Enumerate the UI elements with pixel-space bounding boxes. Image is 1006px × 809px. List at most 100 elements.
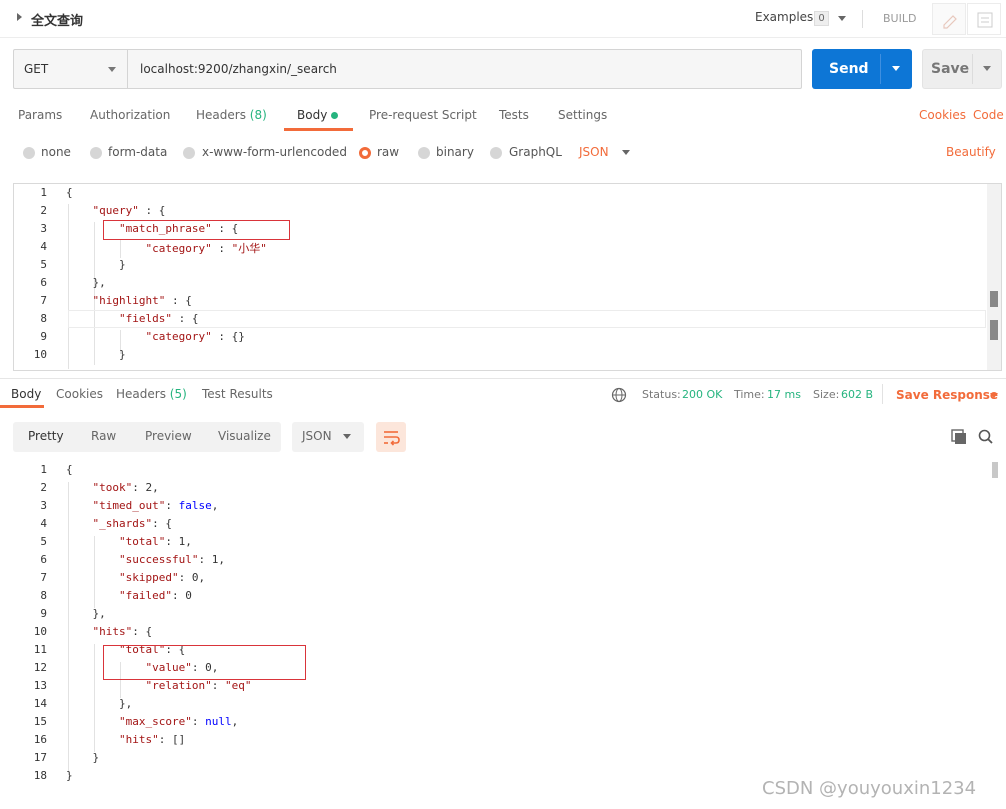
code-line: } — [66, 751, 100, 764]
response-format-dropdown-icon[interactable] — [343, 434, 351, 439]
build-button[interactable]: BUILD — [883, 12, 916, 25]
line-number: 9 — [40, 330, 47, 343]
radio-binary[interactable] — [418, 147, 430, 159]
tab-body[interactable]: Body — [297, 108, 327, 122]
status-separator — [882, 384, 883, 404]
radio-raw-label: raw — [377, 145, 400, 159]
radio-none[interactable] — [23, 147, 35, 159]
body-indicator-dot — [331, 112, 338, 119]
send-label: Send — [829, 61, 869, 77]
line-number: 5 — [40, 258, 47, 271]
code-line: { — [66, 463, 73, 476]
line-number: 2 — [40, 204, 47, 217]
tab-settings[interactable]: Settings — [558, 108, 607, 122]
copy-icon[interactable] — [950, 428, 968, 449]
examples-label[interactable]: Examples — [755, 10, 813, 24]
code-line: { — [66, 186, 73, 199]
response-tab-headers[interactable]: Headers (5) — [116, 387, 187, 401]
view-pretty[interactable]: Pretty — [28, 429, 64, 443]
code-line: "total": 1, — [118, 535, 192, 548]
line-number: 9 — [40, 607, 47, 620]
editor-scroll-thumb[interactable] — [990, 291, 998, 307]
line-number: 8 — [40, 312, 47, 325]
watermark: CSDN @youyouxin1234 — [762, 778, 977, 799]
code-line: "took": 2, — [92, 481, 159, 494]
status-label: Status: — [642, 388, 681, 401]
code-line: } — [66, 258, 126, 271]
view-raw[interactable]: Raw — [91, 429, 116, 443]
line-number: 3 — [40, 222, 47, 235]
documentation-icon[interactable] — [967, 3, 1001, 35]
code-line: "successful": 1, — [118, 553, 225, 566]
send-dropdown-icon[interactable] — [892, 66, 900, 71]
tab-prerequest-script[interactable]: Pre-request Script — [369, 108, 477, 122]
code-line: } — [66, 348, 126, 361]
response-headers-label: Headers — [116, 387, 166, 401]
body-format-select[interactable]: JSON — [579, 145, 609, 159]
save-response-button[interactable]: Save Response — [896, 388, 998, 402]
code-line: }, — [66, 607, 106, 620]
radio-none-label: none — [41, 145, 71, 159]
code-line: "hits": [] — [118, 733, 186, 746]
size-value[interactable]: 602 B — [841, 388, 873, 401]
wrap-lines-icon[interactable] — [376, 422, 406, 452]
response-active-tab-indicator — [0, 405, 44, 408]
save-divider — [972, 54, 973, 84]
radio-graphql[interactable] — [490, 147, 502, 159]
response-headers-count: (5) — [169, 387, 187, 401]
save-dropdown-icon[interactable] — [983, 66, 991, 71]
line-number: 18 — [33, 769, 47, 782]
view-preview[interactable]: Preview — [145, 429, 192, 443]
url-input[interactable]: localhost:9200/zhangxin/_search — [140, 62, 337, 76]
tab-headers-label: Headers — [196, 108, 246, 122]
body-format-dropdown-icon[interactable] — [622, 150, 630, 155]
code-line: "max_score": null, — [118, 715, 239, 728]
line-number: 2 — [40, 481, 47, 494]
response-scrollbar[interactable] — [992, 462, 998, 478]
tab-tests[interactable]: Tests — [499, 108, 529, 122]
line-number: 14 — [33, 697, 47, 710]
view-visualize[interactable]: Visualize — [218, 429, 271, 443]
code-line: "query" : { — [92, 204, 166, 217]
line-number: 13 — [33, 679, 47, 692]
tab-headers[interactable]: Headers (8) — [196, 108, 267, 122]
radio-urlencoded[interactable] — [183, 147, 195, 159]
line-number: 15 — [33, 715, 47, 728]
status-value[interactable]: 200 OK — [682, 388, 722, 401]
line-number: 1 — [40, 186, 47, 199]
response-tab-test-results[interactable]: Test Results — [202, 387, 273, 401]
edit-icon[interactable] — [932, 3, 966, 35]
request-title[interactable]: 全文查询 — [31, 10, 83, 29]
radio-form-data[interactable] — [90, 147, 102, 159]
code-line: "hits": { — [92, 625, 153, 638]
globe-icon[interactable] — [611, 387, 627, 406]
response-tab-cookies[interactable]: Cookies — [56, 387, 103, 401]
cookies-link[interactable]: Cookies — [919, 108, 966, 122]
radio-raw[interactable] — [359, 147, 371, 159]
code-link[interactable]: Code — [973, 108, 1004, 122]
examples-dropdown-icon[interactable] — [838, 16, 846, 21]
method-dropdown-icon[interactable] — [108, 67, 116, 72]
search-icon[interactable] — [977, 428, 995, 449]
line-number: 5 — [40, 535, 47, 548]
beautify-link[interactable]: Beautify — [946, 145, 996, 159]
code-line: "fields" : { — [118, 312, 199, 325]
tab-authorization[interactable]: Authorization — [90, 108, 170, 122]
collapse-caret-icon[interactable] — [17, 13, 22, 21]
response-tab-body[interactable]: Body — [11, 387, 41, 401]
send-divider — [880, 54, 881, 84]
line-number: 17 — [33, 751, 47, 764]
code-line: "relation": "eq" — [145, 679, 252, 692]
editor-scrollbar[interactable] — [987, 184, 1001, 370]
examples-count-badge: 0 — [814, 11, 829, 26]
code-line: }, — [66, 697, 133, 710]
response-divider — [0, 378, 1006, 379]
line-number: 7 — [40, 294, 47, 307]
code-line: "skipped": 0, — [118, 571, 206, 584]
save-response-dropdown-icon[interactable] — [990, 393, 998, 398]
tab-params[interactable]: Params — [18, 108, 62, 122]
code-line: }, — [66, 276, 106, 289]
line-number: 6 — [40, 276, 47, 289]
code-line: "failed": 0 — [118, 589, 192, 602]
time-value[interactable]: 17 ms — [767, 388, 801, 401]
